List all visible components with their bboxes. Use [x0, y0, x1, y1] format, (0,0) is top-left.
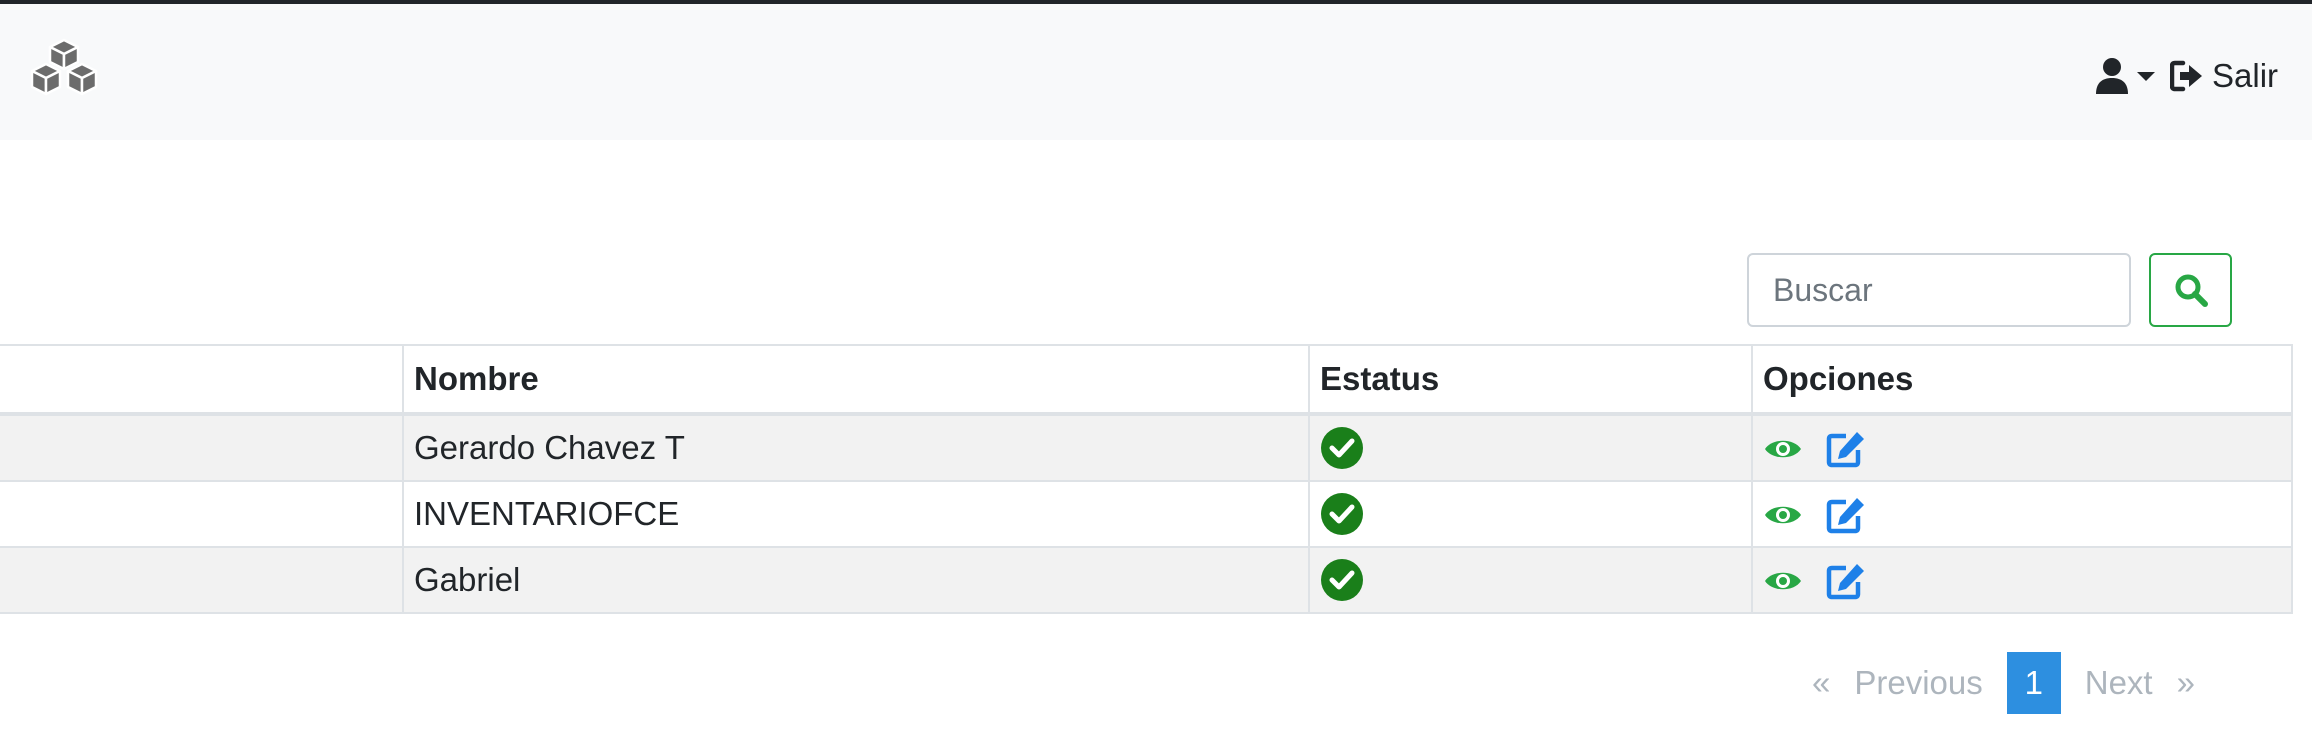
pagination-next[interactable]: Next	[2073, 664, 2165, 702]
search-icon	[2175, 274, 2208, 307]
pagination-page-1[interactable]: 1	[2006, 652, 2061, 714]
edit-icon[interactable]	[1826, 562, 1866, 600]
logout-label: Salir	[2212, 57, 2279, 94]
user-icon	[2096, 58, 2128, 94]
column-header-id	[0, 344, 404, 416]
table-row: INVENTARIOFCE	[0, 480, 2293, 548]
cell-nombre: Gabriel	[402, 546, 1310, 614]
navbar: Salir	[0, 4, 2312, 140]
cell-estatus	[1308, 413, 1753, 482]
table-header-row: Nombre Estatus Opciones	[0, 344, 2293, 416]
cell-nombre: INVENTARIOFCE	[402, 480, 1310, 548]
pagination: « Previous 1 Next »	[1800, 652, 2207, 714]
cell-id	[0, 413, 404, 482]
cell-opciones	[1751, 413, 2293, 482]
cell-opciones	[1751, 546, 2293, 614]
caret-down-icon	[2137, 72, 2155, 81]
cell-nombre: Gerardo Chavez T	[402, 413, 1310, 482]
cell-estatus	[1308, 546, 1753, 614]
check-circle-icon	[1321, 493, 1363, 535]
cell-id	[0, 546, 404, 614]
sign-out-icon	[2170, 60, 2202, 92]
users-table: Nombre Estatus Opciones Gerardo Chavez T	[0, 344, 2293, 614]
check-circle-icon	[1321, 559, 1363, 601]
cell-opciones	[1751, 480, 2293, 548]
pagination-previous[interactable]: Previous	[1842, 664, 1994, 702]
column-header-nombre: Nombre	[402, 344, 1310, 416]
cubes-icon[interactable]	[28, 38, 100, 104]
cell-estatus	[1308, 480, 1753, 548]
column-header-estatus: Estatus	[1308, 344, 1753, 416]
column-header-opciones: Opciones	[1751, 344, 2293, 416]
eye-icon[interactable]	[1763, 435, 1803, 463]
edit-icon[interactable]	[1826, 430, 1866, 468]
eye-icon[interactable]	[1763, 501, 1803, 529]
cell-id	[0, 480, 404, 548]
eye-icon[interactable]	[1763, 567, 1803, 595]
table-row: Gerardo Chavez T	[0, 413, 2293, 482]
search-input[interactable]	[1747, 253, 2131, 327]
users-table-container: Nombre Estatus Opciones Gerardo Chavez T	[0, 344, 2293, 614]
table-row: Gabriel	[0, 546, 2293, 614]
user-menu-dropdown[interactable]	[2095, 52, 2157, 100]
check-circle-icon	[1321, 427, 1363, 469]
edit-icon[interactable]	[1826, 496, 1866, 534]
pagination-last[interactable]: »	[2165, 664, 2207, 702]
logout-button[interactable]: Salir	[2170, 52, 2278, 100]
pagination-first[interactable]: «	[1800, 664, 1842, 702]
search-button[interactable]	[2149, 253, 2232, 327]
